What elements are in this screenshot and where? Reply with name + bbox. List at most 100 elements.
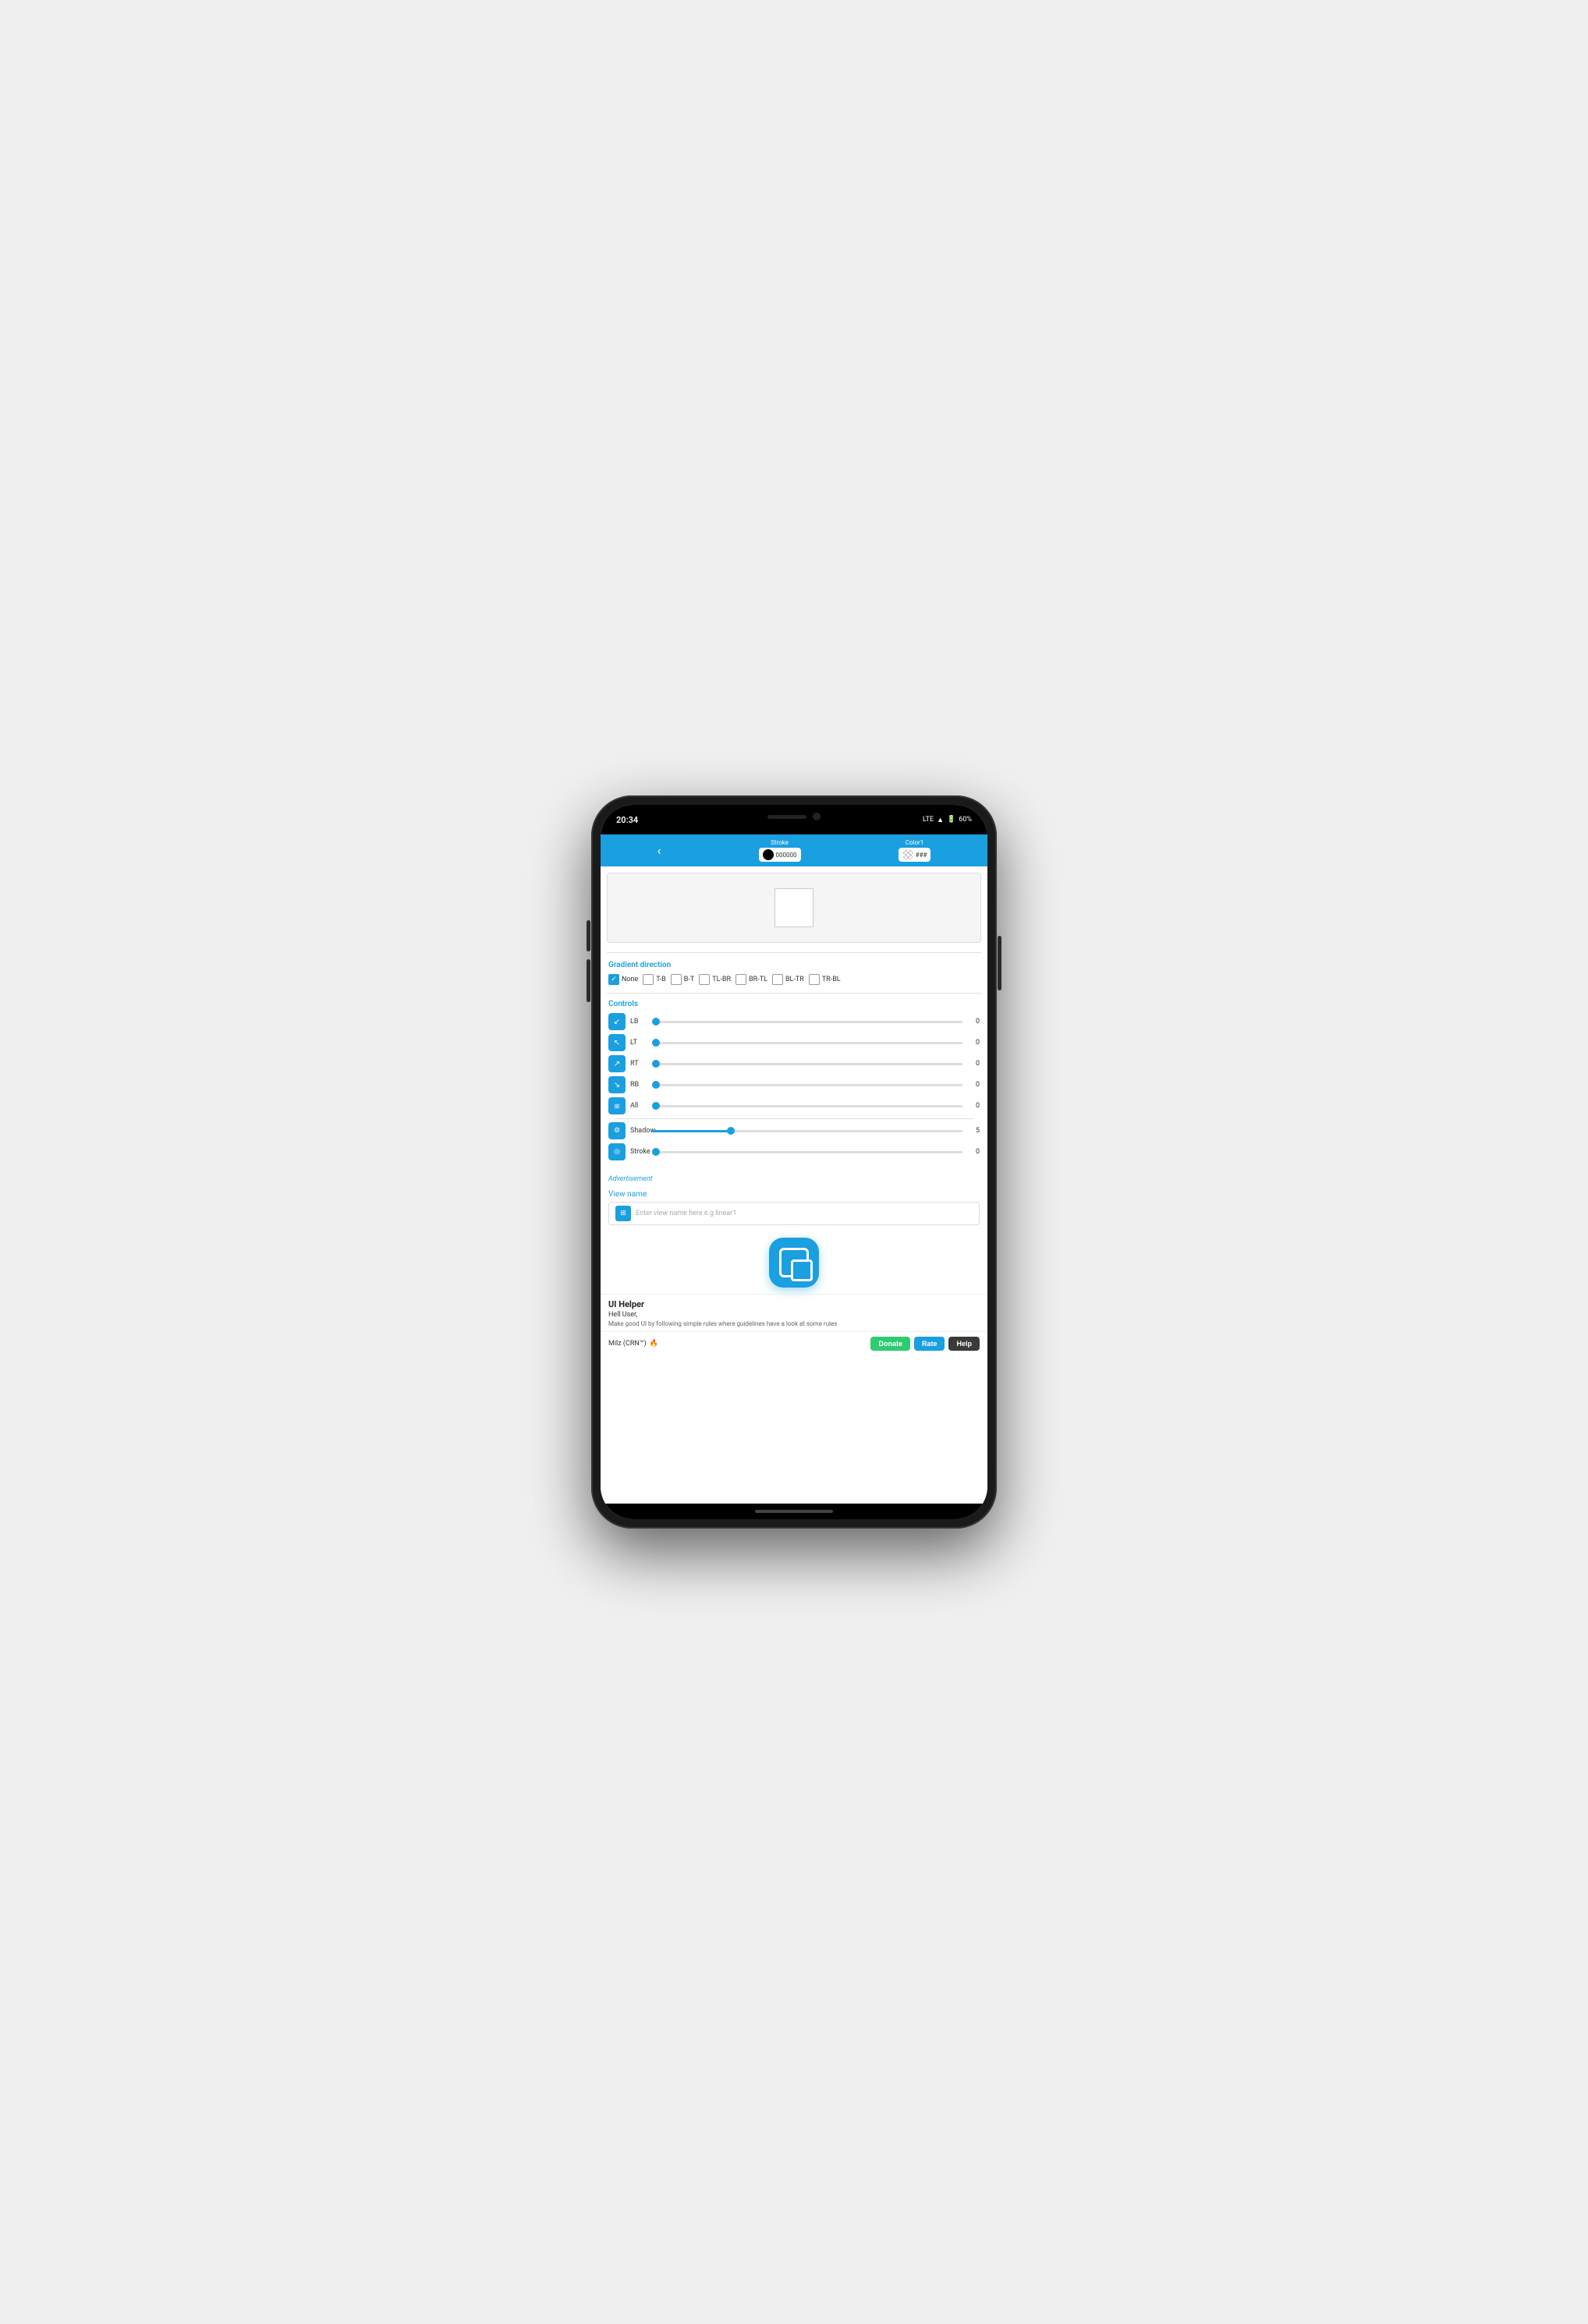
rt-slider[interactable] (652, 1057, 962, 1070)
front-camera (813, 813, 821, 820)
back-button[interactable]: ‹ (658, 843, 661, 858)
divider-3 (615, 1118, 973, 1119)
shadow-track (652, 1130, 962, 1132)
checkbox-none[interactable]: ✓ (608, 974, 619, 985)
volume-down-button[interactable] (587, 959, 590, 1002)
bottom-bar: Milz (CRN™) 🔥 Donate Rate Help (601, 1331, 987, 1355)
rt-value: 0 (967, 1060, 980, 1068)
fire-icon: 🔥 (650, 1340, 658, 1348)
preview-area (607, 873, 981, 943)
rb-label: RB (630, 1081, 647, 1089)
stroke-track (652, 1151, 962, 1153)
brand-name: Milz (CRN™) (608, 1340, 647, 1348)
rt-track (652, 1063, 962, 1065)
all-thumb[interactable] (652, 1102, 660, 1110)
checkbox-bltr[interactable] (772, 974, 783, 985)
gradient-option-bltr[interactable]: BL-TR (772, 974, 804, 985)
view-name-input-row[interactable]: ⊞ Enter view name here e.g linear1 (608, 1202, 980, 1225)
all-track (652, 1105, 962, 1107)
power-button[interactable] (998, 936, 1001, 990)
rt-thumb[interactable] (652, 1060, 660, 1068)
checkbox-bt[interactable] (671, 974, 682, 985)
rb-slider[interactable] (652, 1079, 962, 1091)
donate-button[interactable]: Donate (870, 1337, 910, 1351)
checkbox-tlbr[interactable] (699, 974, 710, 985)
stroke-slider[interactable] (652, 1146, 962, 1158)
option-bltr-label: BL-TR (785, 976, 804, 983)
color1-color-hex: ### (916, 852, 927, 859)
stroke-ctrl-label: Stroke (630, 1148, 647, 1156)
ui-helper-greeting: Hell User, (608, 1311, 980, 1319)
lb-slider[interactable] (652, 1015, 962, 1028)
all-slider[interactable] (652, 1100, 962, 1112)
checkbox-brtl[interactable] (736, 974, 746, 985)
lt-slider[interactable] (652, 1036, 962, 1049)
lb-track (652, 1021, 962, 1023)
control-row-rt: ↗ RT 0 (608, 1055, 980, 1072)
gradient-option-bt[interactable]: B-T (671, 974, 694, 985)
stroke-label: Stroke (771, 839, 789, 846)
advertisement-section: Advertisement (601, 1167, 987, 1187)
gradient-option-brtl[interactable]: BR-TL (736, 974, 767, 985)
shadow-fill (652, 1130, 730, 1132)
control-row-all: ⊞ All 0 (608, 1097, 980, 1114)
stroke-value: 0 (967, 1148, 980, 1156)
app-icon-inner (779, 1248, 809, 1277)
notch (739, 805, 849, 828)
stroke-thumb[interactable] (652, 1148, 660, 1156)
ui-helper-title: UI Helper (608, 1299, 980, 1309)
lb-value: 0 (967, 1018, 980, 1026)
app-content: ‹ Stroke 000000 Color1 ### (601, 834, 987, 1504)
brand-area: Milz (CRN™) 🔥 (608, 1340, 658, 1348)
lt-thumb[interactable] (652, 1039, 660, 1047)
control-row-lt: ↖ LT 0 (608, 1034, 980, 1051)
help-button[interactable]: Help (948, 1337, 980, 1351)
top-toolbar: ‹ Stroke 000000 Color1 ### (601, 834, 987, 866)
status-bar: 20:34 LTE ▲ 🔋 60% (601, 805, 987, 834)
rb-icon-button[interactable]: ↘ (608, 1076, 626, 1093)
view-name-section: View name ⊞ Enter view name here e.g lin… (601, 1187, 987, 1228)
lte-icon: LTE (923, 816, 934, 824)
volume-up-button[interactable] (587, 920, 590, 951)
rb-thumb[interactable] (652, 1081, 660, 1089)
stroke-icon-button[interactable]: ◎ (608, 1143, 626, 1160)
gradient-title: Gradient direction (608, 961, 980, 969)
color1-color-box[interactable]: ### (899, 848, 931, 862)
checkbox-trbl[interactable] (809, 974, 820, 985)
control-row-shadow: ⚙ Shadow 5 (608, 1122, 980, 1139)
gradient-option-tb[interactable]: T-B (643, 974, 665, 985)
option-tb-label: T-B (656, 976, 665, 983)
checkbox-tb[interactable] (643, 974, 654, 985)
stroke-toolbar-item: Stroke 000000 (759, 839, 801, 862)
home-bar[interactable] (755, 1510, 833, 1513)
status-icons: LTE ▲ 🔋 60% (923, 816, 972, 824)
gradient-option-trbl[interactable]: TR-BL (809, 974, 841, 985)
shadow-value: 5 (967, 1127, 980, 1135)
lb-icon-button[interactable]: ↙ (608, 1013, 626, 1030)
gradient-option-tlbr[interactable]: TL-BR (699, 974, 731, 985)
shadow-label: Shadow (630, 1127, 647, 1135)
view-name-placeholder: Enter view name here e.g linear1 (636, 1210, 736, 1217)
lb-thumb[interactable] (652, 1018, 660, 1026)
shadow-icon-button[interactable]: ⚙ (608, 1122, 626, 1139)
shadow-thumb[interactable] (727, 1127, 735, 1135)
control-row-stroke: ◎ Stroke 0 (608, 1143, 980, 1160)
shadow-slider[interactable] (652, 1125, 962, 1137)
option-brtl-label: BR-TL (749, 976, 767, 983)
stroke-color-hex: 000000 (776, 852, 797, 859)
divider-2 (607, 993, 981, 994)
rb-value: 0 (967, 1081, 980, 1089)
lt-value: 0 (967, 1039, 980, 1047)
control-row-lb: ↙ LB 0 (608, 1013, 980, 1030)
stroke-color-box[interactable]: 000000 (759, 848, 801, 862)
rate-button[interactable]: Rate (914, 1337, 945, 1351)
rt-icon-button[interactable]: ↗ (608, 1055, 626, 1072)
lt-icon-button[interactable]: ↖ (608, 1034, 626, 1051)
rt-label: RT (630, 1060, 647, 1068)
all-icon-button[interactable]: ⊞ (608, 1097, 626, 1114)
battery-icon: 🔋 (947, 816, 955, 824)
gradient-option-none[interactable]: ✓ None (608, 974, 638, 985)
option-none-label: None (622, 976, 638, 983)
color1-color-swatch (902, 849, 913, 860)
app-icon[interactable] (769, 1238, 819, 1288)
